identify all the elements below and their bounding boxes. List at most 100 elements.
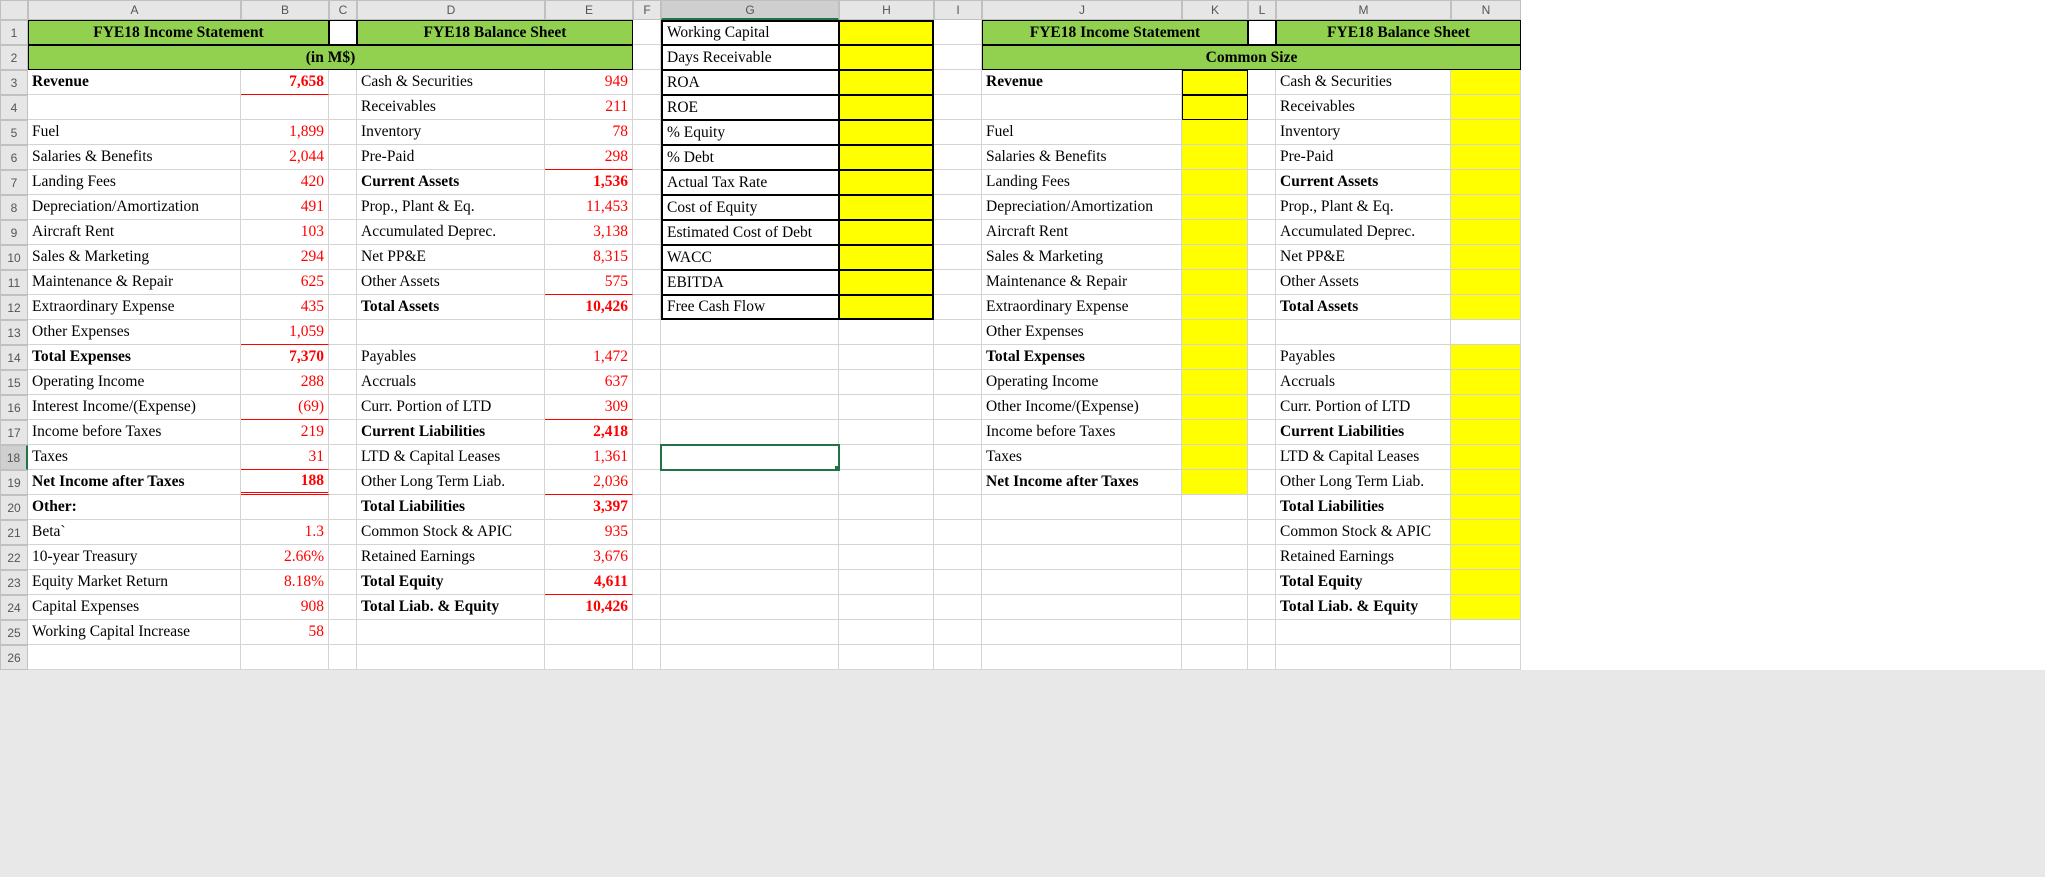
cell-F19[interactable]	[633, 470, 661, 495]
cell-C9[interactable]	[329, 220, 357, 245]
cell-D22[interactable]: Retained Earnings	[357, 545, 545, 570]
cell-A22[interactable]: 10-year Treasury	[28, 545, 241, 570]
cell-D7[interactable]: Current Assets	[357, 170, 545, 195]
cell-I5[interactable]	[934, 120, 982, 145]
cell-E3[interactable]: 949	[545, 70, 633, 95]
cell-H24[interactable]	[839, 595, 934, 620]
row-header-26[interactable]: 26	[0, 645, 28, 670]
cell-G7[interactable]: Actual Tax Rate	[661, 170, 839, 195]
cell-N8[interactable]	[1451, 195, 1521, 220]
cell-M7[interactable]: Current Assets	[1276, 170, 1451, 195]
cell-I8[interactable]	[934, 195, 982, 220]
cell-M5[interactable]: Inventory	[1276, 120, 1451, 145]
cell-F4[interactable]	[633, 95, 661, 120]
cell-F18[interactable]	[633, 445, 661, 470]
cell-G12[interactable]: Free Cash Flow	[661, 295, 839, 320]
cell-G10[interactable]: WACC	[661, 245, 839, 270]
cell-D11[interactable]: Other Assets	[357, 270, 545, 295]
cell-G2[interactable]: Days Receivable	[661, 45, 839, 70]
cell-H1[interactable]	[839, 20, 934, 45]
cell-H11[interactable]	[839, 270, 934, 295]
cell-K10[interactable]	[1182, 245, 1248, 270]
cell-C14[interactable]	[329, 345, 357, 370]
cell-J14[interactable]: Total Expenses	[982, 345, 1182, 370]
cell-J1[interactable]: FYE18 Income Statement	[982, 20, 1248, 45]
cell-D20[interactable]: Total Liabilities	[357, 495, 545, 520]
cell-E14[interactable]: 1,472	[545, 345, 633, 370]
cell-E25[interactable]	[545, 620, 633, 645]
cell-L19[interactable]	[1248, 470, 1276, 495]
cell-H16[interactable]	[839, 395, 934, 420]
row-header-8[interactable]: 8	[0, 195, 28, 220]
cell-B24[interactable]: 908	[241, 595, 329, 620]
cell-I14[interactable]	[934, 345, 982, 370]
cell-A13[interactable]: Other Expenses	[28, 320, 241, 345]
row-header-24[interactable]: 24	[0, 595, 28, 620]
cell-E16[interactable]: 309	[545, 395, 633, 420]
cell-G19[interactable]	[661, 470, 839, 495]
cell-D8[interactable]: Prop., Plant & Eq.	[357, 195, 545, 220]
cell-N18[interactable]	[1451, 445, 1521, 470]
cell-H18[interactable]	[839, 445, 934, 470]
cell-C5[interactable]	[329, 120, 357, 145]
cell-F23[interactable]	[633, 570, 661, 595]
cell-N21[interactable]	[1451, 520, 1521, 545]
cell-M22[interactable]: Retained Earnings	[1276, 545, 1451, 570]
cell-H5[interactable]	[839, 120, 934, 145]
cell-H2[interactable]	[839, 45, 934, 70]
row-header-4[interactable]: 4	[0, 95, 28, 120]
cell-L21[interactable]	[1248, 520, 1276, 545]
cell-A16[interactable]: Interest Income/(Expense)	[28, 395, 241, 420]
cell-M16[interactable]: Curr. Portion of LTD	[1276, 395, 1451, 420]
cell-L3[interactable]	[1248, 70, 1276, 95]
cell-E10[interactable]: 8,315	[545, 245, 633, 270]
cell-B21[interactable]: 1.3	[241, 520, 329, 545]
col-header-A[interactable]: A	[28, 0, 241, 20]
row-header-12[interactable]: 12	[0, 295, 28, 320]
cell-L13[interactable]	[1248, 320, 1276, 345]
cell-H9[interactable]	[839, 220, 934, 245]
cell-F20[interactable]	[633, 495, 661, 520]
cell-I17[interactable]	[934, 420, 982, 445]
cell-N25[interactable]	[1451, 620, 1521, 645]
cell-M15[interactable]: Accruals	[1276, 370, 1451, 395]
cell-E11[interactable]: 575	[545, 270, 633, 295]
cell-K21[interactable]	[1182, 520, 1248, 545]
cell-F13[interactable]	[633, 320, 661, 345]
cell-E12[interactable]: 10,426	[545, 295, 633, 320]
cell-E9[interactable]: 3,138	[545, 220, 633, 245]
cell-K11[interactable]	[1182, 270, 1248, 295]
cell-H25[interactable]	[839, 620, 934, 645]
cell-J17[interactable]: Income before Taxes	[982, 420, 1182, 445]
cell-B22[interactable]: 2.66%	[241, 545, 329, 570]
col-header-F[interactable]: F	[633, 0, 661, 20]
cell-J24[interactable]	[982, 595, 1182, 620]
cell-G17[interactable]	[661, 420, 839, 445]
cell-K6[interactable]	[1182, 145, 1248, 170]
cell-N5[interactable]	[1451, 120, 1521, 145]
cell-A14[interactable]: Total Expenses	[28, 345, 241, 370]
cell-L20[interactable]	[1248, 495, 1276, 520]
cell-M1[interactable]: FYE18 Balance Sheet	[1276, 20, 1521, 45]
cell-M19[interactable]: Other Long Term Liab.	[1276, 470, 1451, 495]
row-header-19[interactable]: 19	[0, 470, 28, 495]
cell-I26[interactable]	[934, 645, 982, 670]
cell-F2[interactable]	[633, 45, 661, 70]
cell-E5[interactable]: 78	[545, 120, 633, 145]
cell-H20[interactable]	[839, 495, 934, 520]
cell-L15[interactable]	[1248, 370, 1276, 395]
cell-J2[interactable]: Common Size	[982, 45, 1521, 70]
cell-H19[interactable]	[839, 470, 934, 495]
cell-I21[interactable]	[934, 520, 982, 545]
cell-B16[interactable]: (69)	[241, 395, 329, 420]
cell-G8[interactable]: Cost of Equity	[661, 195, 839, 220]
cell-D13[interactable]	[357, 320, 545, 345]
cell-N26[interactable]	[1451, 645, 1521, 670]
cell-K12[interactable]	[1182, 295, 1248, 320]
cell-F21[interactable]	[633, 520, 661, 545]
cell-C17[interactable]	[329, 420, 357, 445]
cell-I4[interactable]	[934, 95, 982, 120]
cell-E26[interactable]	[545, 645, 633, 670]
col-header-C[interactable]: C	[329, 0, 357, 20]
cell-F24[interactable]	[633, 595, 661, 620]
